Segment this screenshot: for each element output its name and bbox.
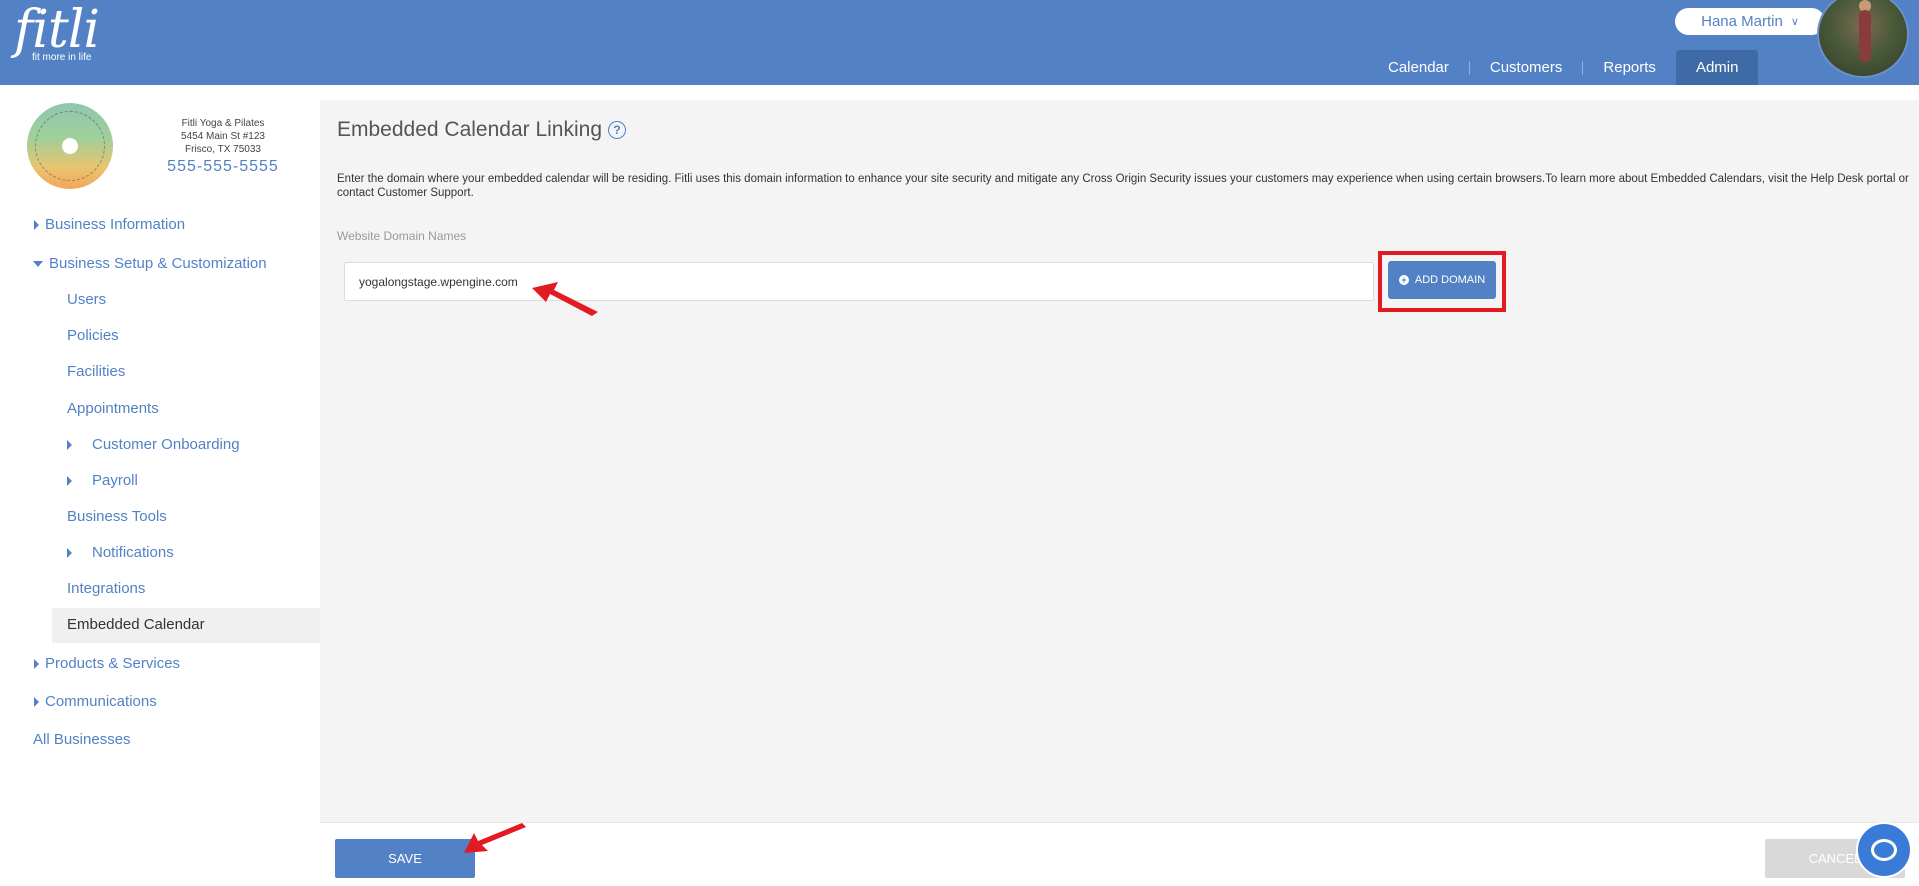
annotation-arrow-icon xyxy=(532,282,598,316)
logo-wordmark: fitli xyxy=(14,0,100,60)
main-panel: Embedded Calendar Linking ? Enter the do… xyxy=(320,100,1919,822)
chat-icon[interactable] xyxy=(1856,822,1912,878)
business-address-line1: 5454 Main St #123 xyxy=(181,131,265,142)
business-info: Fitli Yoga & Pilates 5454 Main St #123 F… xyxy=(160,117,286,175)
business-logo xyxy=(27,103,113,189)
chevron-down-icon: ∨ xyxy=(1790,16,1799,28)
caret-right-icon xyxy=(67,475,72,486)
nav-reports[interactable]: Reports xyxy=(1583,50,1676,85)
sidebar-item-notifications[interactable]: Notifications xyxy=(67,544,174,561)
sidebar-item-business-information[interactable]: Business Information xyxy=(34,216,185,233)
caret-right-icon xyxy=(67,439,72,450)
sidebar-item-policies[interactable]: Policies xyxy=(67,327,119,344)
user-menu[interactable]: Hana Martin ∨ xyxy=(1675,8,1825,35)
sidebar-item-business-tools[interactable]: Business Tools xyxy=(67,508,167,525)
business-phone: 555-555-5555 xyxy=(167,158,279,175)
sidebar-item-facilities[interactable]: Facilities xyxy=(67,363,125,380)
sidebar-item-all-businesses[interactable]: All Businesses xyxy=(33,731,131,748)
meditation-icon xyxy=(62,138,78,154)
caret-down-icon xyxy=(33,260,43,267)
plus-circle-icon: + xyxy=(1398,275,1409,285)
footer-bar: SAVE CANCEL xyxy=(320,822,1919,886)
avatar[interactable] xyxy=(1817,0,1909,78)
sidebar-item-integrations[interactable]: Integrations xyxy=(67,580,145,597)
fitli-logo[interactable]: fitli fit more in life xyxy=(14,0,100,63)
help-icon[interactable]: ? xyxy=(608,121,627,139)
domain-field-label: Website Domain Names xyxy=(337,229,467,243)
business-name: Fitli Yoga & Pilates xyxy=(181,118,265,129)
add-domain-button[interactable]: + ADD DOMAIN xyxy=(1388,261,1496,299)
sidebar-item-appointments[interactable]: Appointments xyxy=(67,400,159,417)
top-bar: fitli fit more in life Hana Martin ∨ Cal… xyxy=(0,0,1919,85)
save-button[interactable]: SAVE xyxy=(335,839,475,878)
business-address-line2: Frisco, TX 75033 xyxy=(185,144,261,155)
page-title-row: Embedded Calendar Linking ? xyxy=(337,118,627,142)
caret-right-icon xyxy=(34,696,39,707)
sidebar-item-users[interactable]: Users xyxy=(67,291,106,308)
caret-right-icon xyxy=(34,219,39,230)
annotation-arrow-icon xyxy=(464,823,526,853)
sidebar-item-customer-onboarding[interactable]: Customer Onboarding xyxy=(67,436,240,453)
page-title: Embedded Calendar Linking xyxy=(337,118,603,141)
nav-calendar[interactable]: Calendar xyxy=(1368,50,1469,85)
sidebar-item-communications[interactable]: Communications xyxy=(34,693,157,710)
sidebar: Fitli Yoga & Pilates 5454 Main St #123 F… xyxy=(0,85,320,886)
user-name: Hana Martin xyxy=(1701,13,1783,30)
sidebar-item-business-setup[interactable]: Business Setup & Customization xyxy=(33,255,267,272)
sidebar-item-payroll[interactable]: Payroll xyxy=(67,472,138,489)
sidebar-item-products-services[interactable]: Products & Services xyxy=(34,655,180,672)
description-text: Enter the domain where your embedded cal… xyxy=(337,173,1909,199)
sidebar-item-embedded-calendar[interactable]: Embedded Calendar xyxy=(67,616,205,633)
caret-right-icon xyxy=(34,658,39,669)
add-domain-label: ADD DOMAIN xyxy=(1414,274,1486,286)
nav-admin[interactable]: Admin xyxy=(1675,50,1759,85)
domain-input[interactable] xyxy=(344,262,1374,301)
caret-right-icon xyxy=(67,547,72,558)
nav-customers[interactable]: Customers xyxy=(1470,50,1583,85)
logo-tagline: fit more in life xyxy=(32,52,92,63)
main-nav: Calendar Customers Reports Admin xyxy=(1368,50,1759,85)
